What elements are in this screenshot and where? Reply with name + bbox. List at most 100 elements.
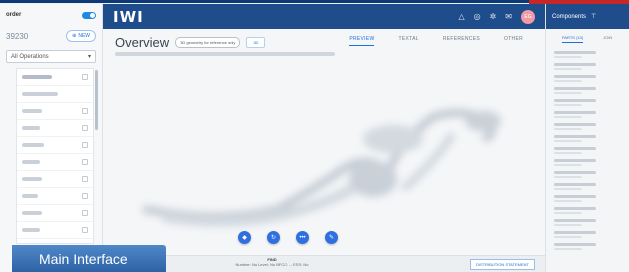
list-item-subtitle [554, 79, 582, 82]
chevron-down-icon: ▾ [87, 54, 91, 60]
list-item-title [554, 62, 596, 66]
list-item[interactable] [554, 156, 612, 168]
tab-parts[interactable]: PARTS (10) [562, 35, 584, 43]
list-item[interactable] [554, 168, 612, 180]
list-item-text [22, 126, 40, 130]
list-item-subtitle [554, 67, 582, 70]
list-item-title [554, 158, 596, 162]
list-item-checkbox[interactable] [82, 125, 88, 131]
list-item-text [22, 92, 58, 96]
list-item[interactable] [554, 180, 612, 192]
appbar-actions: △ ◎ ✲ ✉ EG [458, 10, 535, 24]
list-item[interactable] [17, 120, 93, 137]
tab-preview[interactable]: PREVIEW [349, 36, 375, 46]
tab-other[interactable]: OTHER [504, 36, 523, 46]
cube-icon[interactable]: ◆ [238, 231, 251, 244]
list-item-title [554, 134, 596, 138]
list-item-checkbox[interactable] [82, 227, 88, 233]
list-item-checkbox[interactable] [82, 108, 88, 114]
distribution-statement-button[interactable]: DISTRIBUTION STATEMENT [470, 259, 535, 270]
list-item[interactable] [17, 222, 93, 239]
list-item[interactable] [554, 132, 612, 144]
list-item[interactable] [554, 144, 612, 156]
list-item-title [554, 194, 596, 198]
settings-icon[interactable]: ✲ [490, 11, 497, 23]
bell-icon[interactable]: △ [458, 11, 464, 23]
tab-join[interactable]: JOIN [603, 35, 612, 43]
geometry-note-pill: 3D geometry for reference only [175, 37, 241, 48]
list-item-text [22, 143, 44, 147]
list-item-checkbox[interactable] [82, 159, 88, 165]
list-item-subtitle [554, 199, 582, 202]
sidebar-header: order [0, 4, 102, 26]
components-tabs: PARTS (10) JOIN [546, 29, 629, 43]
list-item-subtitle [554, 55, 582, 58]
list-item-subtitle [554, 223, 582, 226]
list-item[interactable] [17, 154, 93, 171]
list-item-checkbox[interactable] [82, 176, 88, 182]
list-item[interactable] [554, 60, 612, 72]
list-item[interactable] [17, 103, 93, 120]
list-item-subtitle [554, 115, 582, 118]
overview-subtitle-line [115, 52, 335, 56]
list-item[interactable] [17, 205, 93, 222]
sidebar-toggle[interactable] [82, 11, 96, 19]
list-item-checkbox[interactable] [82, 74, 88, 80]
list-item-subtitle [554, 211, 582, 214]
mail-icon[interactable]: ✉ [505, 11, 512, 23]
list-item[interactable] [554, 204, 612, 216]
list-item-subtitle [554, 151, 582, 154]
3d-model-viewport[interactable] [103, 59, 545, 247]
pin-icon[interactable]: ⊤ [591, 13, 596, 20]
tab-textal[interactable]: TEXTAL [398, 36, 418, 46]
sidebar-title: order [6, 12, 22, 18]
list-item[interactable] [554, 84, 612, 96]
list-item[interactable] [554, 228, 612, 240]
plus-icon: ⊕ [72, 33, 77, 39]
list-item[interactable] [17, 86, 93, 103]
list-item-subtitle [554, 139, 582, 142]
list-item[interactable] [554, 108, 612, 120]
list-item-checkbox[interactable] [82, 193, 88, 199]
tab-references[interactable]: REFERENCES [443, 36, 480, 46]
edit-icon[interactable]: ✎ [325, 231, 338, 244]
list-item-subtitle [554, 127, 582, 130]
list-item-text [22, 160, 40, 164]
list-item[interactable] [17, 188, 93, 205]
list-item[interactable] [554, 216, 612, 228]
list-item-checkbox[interactable] [82, 210, 88, 216]
list-item[interactable] [554, 120, 612, 132]
list-item[interactable] [554, 192, 612, 204]
list-item-text [22, 228, 40, 232]
view-3d-button[interactable]: 3D [246, 37, 266, 48]
list-item[interactable] [554, 72, 612, 84]
list-item[interactable] [554, 240, 612, 252]
list-item-title [554, 206, 596, 210]
order-sidebar: order 39230 ⊕ NEW All Operations ▾ [0, 4, 103, 272]
list-item-title [554, 74, 596, 78]
list-item-title [554, 230, 596, 234]
list-item-subtitle [554, 103, 582, 106]
overview-tabs: PREVIEW TEXTAL REFERENCES OTHER [349, 36, 523, 46]
list-item-checkbox[interactable] [82, 142, 88, 148]
avatar[interactable]: EG [521, 10, 535, 24]
list-item[interactable] [554, 48, 612, 60]
more-icon[interactable]: ••• [296, 231, 309, 244]
list-item[interactable] [17, 171, 93, 188]
refresh-icon[interactable]: ↻ [267, 231, 280, 244]
list-item-subtitle [554, 175, 582, 178]
operations-filter-select[interactable]: All Operations ▾ [6, 50, 96, 63]
list-item-subtitle [554, 163, 582, 166]
sidebar-scrollbar[interactable] [95, 70, 98, 130]
list-item[interactable] [17, 137, 93, 154]
order-number: 39230 [6, 31, 29, 41]
help-icon[interactable]: ◎ [474, 11, 481, 23]
footer-info: FIND Number: No Level: No BFCC: -- ESS: … [207, 257, 337, 267]
viewport-toolbar: ◆ ↻ ••• ✎ [238, 231, 338, 244]
list-item-title [554, 86, 596, 90]
list-item[interactable] [554, 96, 612, 108]
list-item-title [554, 98, 596, 102]
new-button[interactable]: ⊕ NEW [66, 30, 96, 42]
page-title: Overview [115, 35, 170, 50]
list-item[interactable] [17, 69, 93, 86]
